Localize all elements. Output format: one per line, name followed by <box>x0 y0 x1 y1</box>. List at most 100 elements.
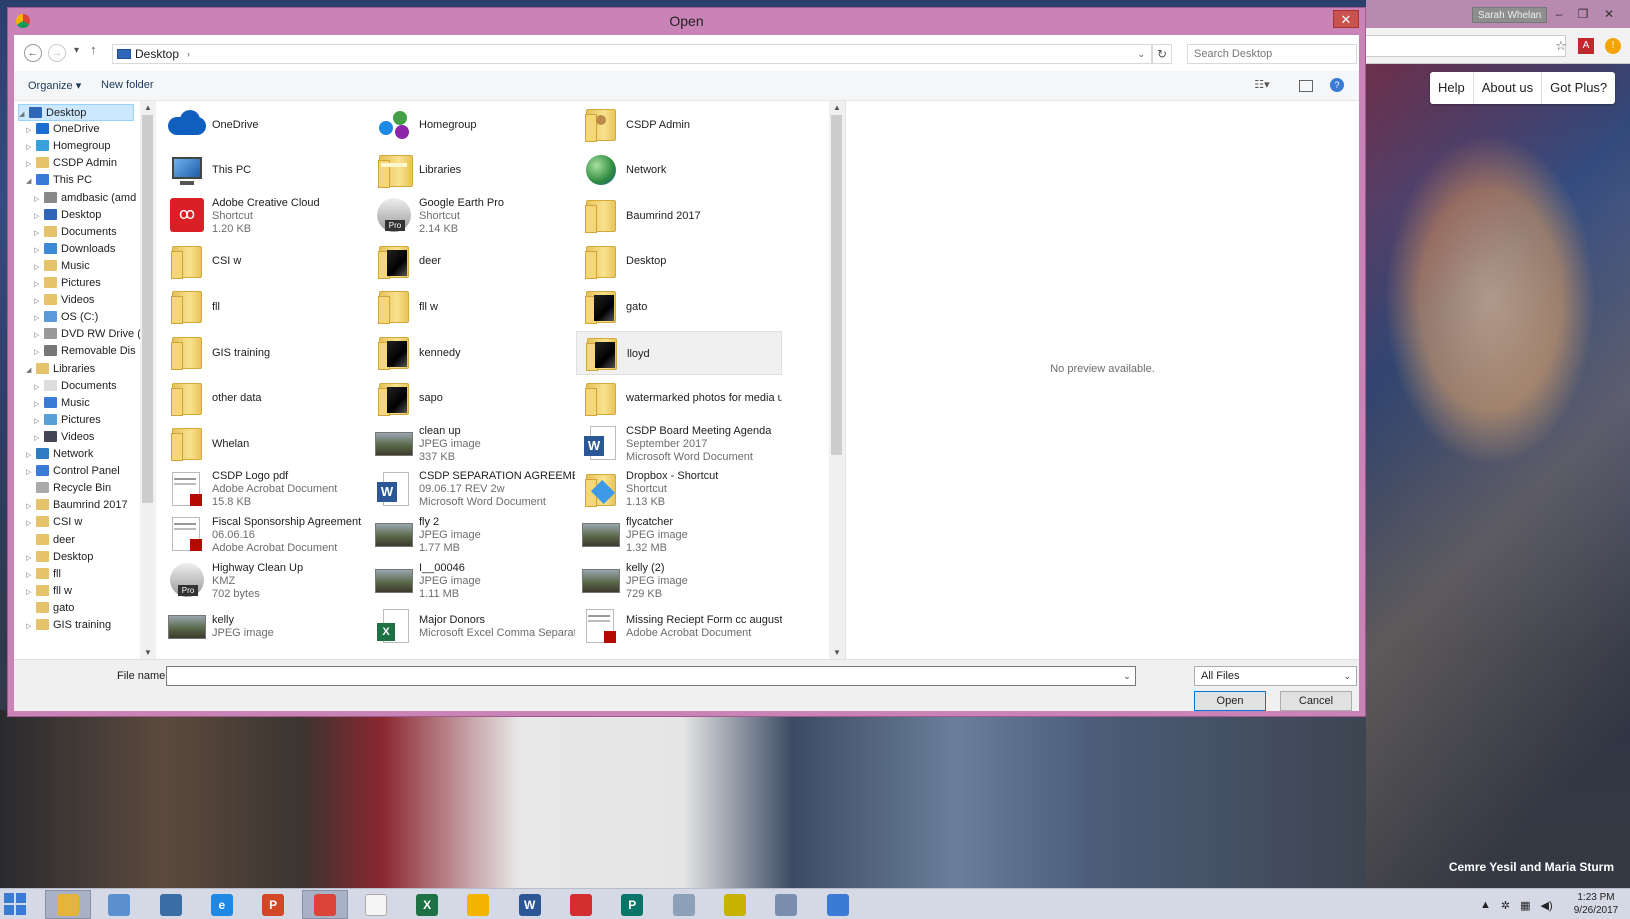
scroll-up-icon[interactable]: ▲ <box>831 103 843 112</box>
file-item[interactable]: kennedy <box>369 331 575 375</box>
nav-tree-item[interactable]: ▷ Downloads <box>34 241 146 258</box>
nav-link-about-us[interactable]: About us <box>1474 72 1543 104</box>
nav-tree-item[interactable]: ▷ OneDrive <box>26 121 146 138</box>
expanded-arrow-icon[interactable]: ◢ <box>19 106 29 120</box>
expand-arrow-icon[interactable]: ▷ <box>34 208 44 224</box>
navigation-scroll-thumb[interactable] <box>142 115 153 503</box>
file-name-dropdown-icon[interactable]: ⌄ <box>1119 667 1135 685</box>
expand-arrow-icon[interactable]: ▷ <box>34 413 44 429</box>
clock[interactable]: 1:23 PM 9/26/2017 <box>1568 891 1624 917</box>
expand-arrow-icon[interactable]: ▷ <box>26 618 36 634</box>
nav-tree-item[interactable]: ▷ DVD RW Drive ( <box>34 326 146 343</box>
file-item[interactable]: kelly JPEG image <box>162 605 368 649</box>
network-icon[interactable]: ▦ <box>1520 899 1530 912</box>
file-item[interactable]: Whelan <box>162 422 368 466</box>
expand-arrow-icon[interactable]: ▷ <box>34 191 44 207</box>
nav-tree-item[interactable]: ▷ GIS training <box>26 617 146 634</box>
nav-tree-item[interactable]: ◢ Desktop <box>18 104 134 121</box>
recent-locations-icon[interactable]: ▾ <box>74 45 79 56</box>
preview-pane-icon[interactable] <box>1299 80 1313 92</box>
file-item[interactable]: CSDP Admin <box>576 103 782 147</box>
file-item[interactable]: lloyd <box>576 331 782 375</box>
nav-link-help[interactable]: Help <box>1430 72 1474 104</box>
taskbar-search-app-button[interactable] <box>815 890 861 919</box>
nav-tree-item[interactable]: ▷ Videos <box>34 292 146 309</box>
up-folder-icon[interactable]: ↑ <box>90 42 97 57</box>
file-item[interactable]: This PC <box>162 149 368 193</box>
nav-tree-item[interactable]: gato <box>26 600 146 617</box>
expanded-arrow-icon[interactable]: ◢ <box>26 173 36 189</box>
file-item[interactable]: Missing Reciept Form cc august Adobe Acro… <box>576 605 782 649</box>
expand-arrow-icon[interactable]: ▷ <box>34 242 44 258</box>
nav-tree-item[interactable]: ▷ Pictures <box>34 412 146 429</box>
scroll-down-icon[interactable]: ▼ <box>831 648 843 657</box>
refresh-icon[interactable]: ↻ <box>1152 44 1172 64</box>
file-item[interactable]: GIS training <box>162 331 368 375</box>
taskbar-chrome-button[interactable] <box>301 890 348 919</box>
file-item[interactable]: clean up JPEG image 337 KB <box>369 422 575 466</box>
open-button[interactable]: Open <box>1194 691 1266 711</box>
taskbar-file-explorer-button[interactable] <box>45 890 91 919</box>
expand-arrow-icon[interactable]: ▷ <box>26 584 36 600</box>
file-item[interactable]: Fiscal Sponsorship Agreement 06.06.16 Adob… <box>162 513 368 557</box>
nav-tree-item[interactable]: ▷ Removable Dis <box>34 343 146 360</box>
bookmark-star-icon[interactable]: ☆ <box>1553 38 1569 54</box>
scroll-down-icon[interactable]: ▼ <box>142 648 154 657</box>
nav-tree-item[interactable]: ▷ fll <box>26 566 146 583</box>
breadcrumb-desktop[interactable]: Desktop <box>135 47 179 61</box>
expand-arrow-icon[interactable]: ▷ <box>26 515 36 531</box>
nav-tree-item[interactable]: ▷ CSDP Admin <box>26 155 146 172</box>
file-item[interactable]: fll w <box>369 285 575 329</box>
file-item[interactable]: Pro Highway Clean Up KMZ 702 bytes <box>162 559 368 603</box>
nav-tree-item[interactable]: ▷ Baumrind 2017 <box>26 497 146 514</box>
minimize-icon[interactable]: – <box>1550 6 1568 22</box>
nav-tree-item[interactable]: ▷ Control Panel <box>26 463 146 480</box>
file-item[interactable]: Pro Google Earth Pro Shortcut 2.14 KB <box>369 194 575 238</box>
expand-arrow-icon[interactable]: ▷ <box>26 156 36 172</box>
new-folder-button[interactable]: New folder <box>101 79 154 91</box>
expand-arrow-icon[interactable]: ▷ <box>34 259 44 275</box>
file-item[interactable]: other data <box>162 377 368 421</box>
tray-expand-icon[interactable]: ▲ <box>1480 899 1491 911</box>
help-icon[interactable]: ? <box>1330 78 1344 92</box>
taskbar-excel-button[interactable]: X <box>404 890 450 919</box>
navigation-scrollbar[interactable]: ▲ ▼ <box>140 101 156 659</box>
nav-tree-item[interactable]: ▷ Documents <box>34 378 146 395</box>
volume-icon[interactable]: ◀) <box>1541 899 1553 912</box>
expand-arrow-icon[interactable]: ▷ <box>34 293 44 309</box>
file-item[interactable]: kelly (2) JPEG image 729 KB <box>576 559 782 603</box>
expand-arrow-icon[interactable]: ▷ <box>26 550 36 566</box>
breadcrumb[interactable]: Desktop › ⌄ <box>112 44 1152 64</box>
cancel-button[interactable]: Cancel <box>1280 691 1352 711</box>
nav-tree-item[interactable]: ▷ Desktop <box>26 549 146 566</box>
nav-tree-item[interactable]: ▷ Videos <box>34 429 146 446</box>
file-item[interactable]: Homegroup <box>369 103 575 147</box>
file-item[interactable]: Network <box>576 149 782 193</box>
file-item[interactable]: deer <box>369 240 575 284</box>
expand-arrow-icon[interactable]: ▷ <box>26 122 36 138</box>
path-dropdown-icon[interactable]: ⌄ <box>1137 49 1145 60</box>
expand-arrow-icon[interactable]: ▷ <box>26 567 36 583</box>
expand-arrow-icon[interactable]: ▷ <box>26 139 36 155</box>
file-item[interactable]: Desktop <box>576 240 782 284</box>
nav-tree-item[interactable]: ◢ This PC <box>26 172 146 189</box>
view-options-icon[interactable]: ☷▾ <box>1254 78 1270 92</box>
file-item[interactable]: fly 2 JPEG image 1.77 MB <box>369 513 575 557</box>
tray-app-icon[interactable]: ✲ <box>1501 899 1510 912</box>
nav-link-got-plus[interactable]: Got Plus? <box>1542 72 1615 104</box>
file-item[interactable]: CSI w <box>162 240 368 284</box>
file-item[interactable]: W CSDP SEPARATION AGREEMENT09.06.17 REV 2… <box>369 468 575 512</box>
expand-arrow-icon[interactable]: ▷ <box>34 344 44 360</box>
taskbar-powerpoint-button[interactable]: P <box>250 890 296 919</box>
scroll-up-icon[interactable]: ▲ <box>142 103 154 112</box>
file-item[interactable]: fll <box>162 285 368 329</box>
nav-tree-item[interactable]: deer <box>26 532 146 549</box>
taskbar-chrome-2-button[interactable] <box>455 890 501 919</box>
nav-tree-item[interactable]: ▷ Desktop <box>34 207 146 224</box>
nav-tree-item[interactable]: ◢ Libraries <box>26 361 146 378</box>
nav-tree-item[interactable]: ▷ Pictures <box>34 275 146 292</box>
back-icon[interactable]: ← <box>24 44 42 62</box>
expand-arrow-icon[interactable]: ▷ <box>34 396 44 412</box>
organize-button[interactable]: Organize ▾ <box>28 79 81 92</box>
expand-arrow-icon[interactable]: ▷ <box>26 447 36 463</box>
